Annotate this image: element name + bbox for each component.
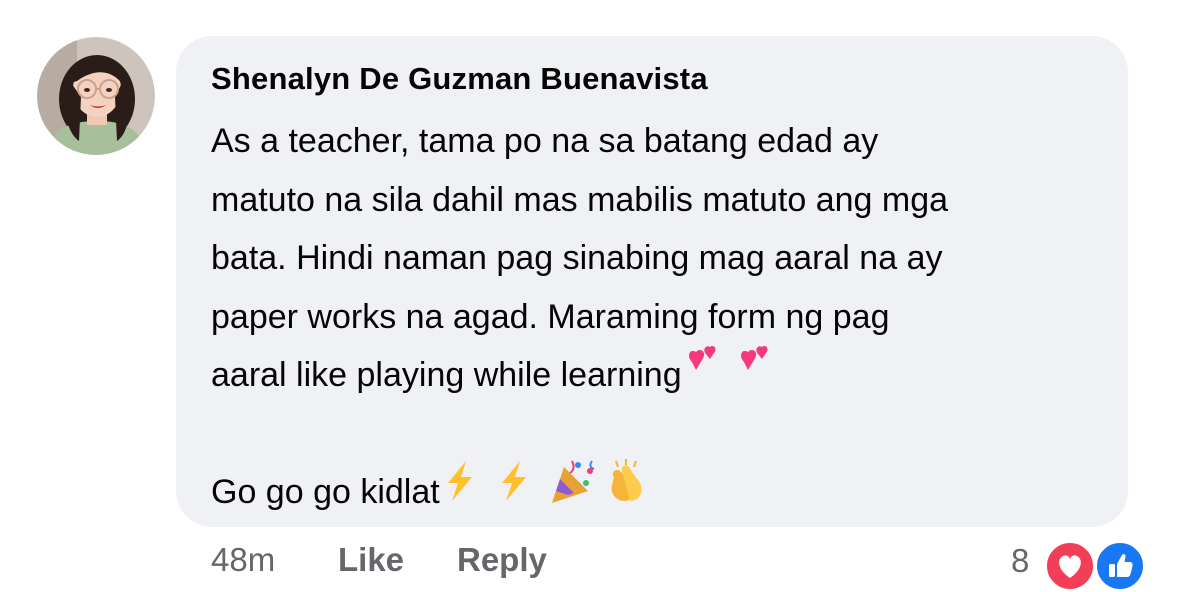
profile-photo bbox=[37, 37, 155, 155]
comment-line-text: aaral like playing while learning bbox=[211, 356, 682, 394]
comment-timestamp[interactable]: 48m bbox=[211, 541, 275, 579]
two-hearts-icon bbox=[734, 344, 778, 403]
comment-blank-line bbox=[211, 405, 1111, 464]
comment-line: Go go go kidlat bbox=[211, 458, 1111, 522]
comment-line: matuto na sila dahil mas mabilis matuto … bbox=[211, 180, 949, 219]
party-popper-icon bbox=[548, 457, 598, 524]
reply-button[interactable]: Reply bbox=[457, 541, 547, 579]
love-reaction-icon[interactable] bbox=[1044, 540, 1096, 592]
comment-line-text: Go go go kidlat bbox=[211, 473, 440, 511]
comment-author[interactable]: Shenalyn De Guzman Buenavista bbox=[211, 61, 708, 97]
lightning-icon bbox=[494, 459, 534, 522]
like-button[interactable]: Like bbox=[338, 541, 404, 579]
comment-line: paper works na agad. Maraming form ng pa… bbox=[211, 297, 890, 336]
lightning-icon bbox=[440, 459, 480, 522]
comment-line: As a teacher, tama po na sa batang edad … bbox=[211, 122, 879, 160]
avatar[interactable] bbox=[37, 37, 155, 155]
comment-body: As a teacher, tama po na sa batang edad … bbox=[211, 112, 1111, 522]
comment-line: bata. Hindi naman pag sinabing mag aaral… bbox=[211, 239, 943, 277]
reaction-count[interactable]: 8 bbox=[1011, 542, 1029, 580]
comment-line: aaral like playing while learning bbox=[211, 344, 1111, 405]
like-reaction-icon[interactable] bbox=[1094, 540, 1146, 592]
two-hearts-icon bbox=[682, 344, 726, 403]
clapping-hands-icon bbox=[602, 457, 652, 524]
